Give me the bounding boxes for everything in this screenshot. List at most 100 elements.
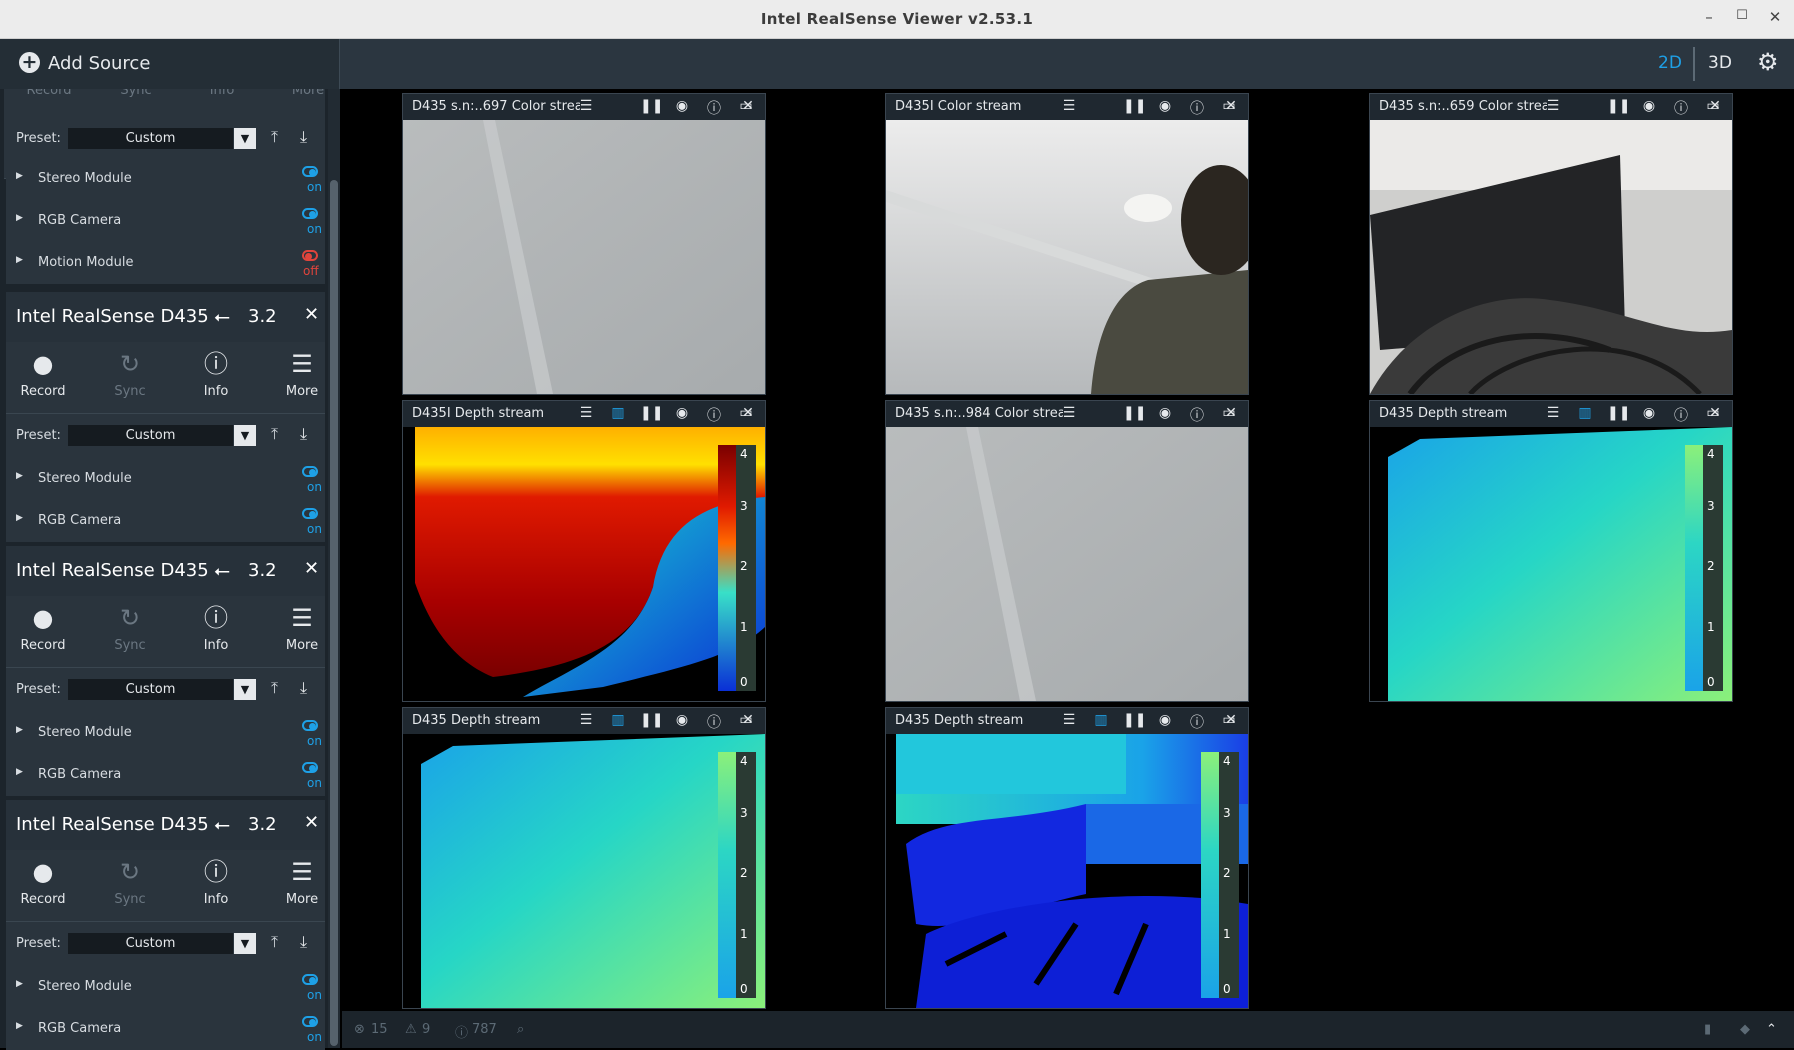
chevron-down-icon[interactable]: ▼ — [234, 425, 256, 446]
list-icon[interactable]: ☰ — [1059, 98, 1079, 114]
stream-frame[interactable] — [1370, 427, 1732, 701]
list-icon[interactable]: ☰ — [1543, 98, 1563, 114]
download-icon[interactable]: ⤓ — [300, 127, 307, 147]
search-icon[interactable]: ⌕ — [517, 1022, 524, 1037]
module-toggle[interactable] — [302, 208, 318, 219]
expand-icon[interactable]: ▶ — [16, 979, 23, 989]
camera-icon[interactable]: ◉ — [1155, 712, 1175, 728]
expand-icon[interactable]: ▶ — [16, 471, 23, 481]
upload-icon[interactable]: ⤒ — [271, 678, 278, 698]
stream-frame[interactable] — [403, 120, 765, 394]
camera-icon[interactable]: ◉ — [1639, 405, 1659, 421]
list-icon[interactable]: ☰ — [1059, 405, 1079, 421]
camera-icon[interactable]: ◉ — [1155, 405, 1175, 421]
pause-icon[interactable]: ❚❚ — [1123, 712, 1146, 728]
module-row[interactable]: ▶ RGB Camera on — [6, 500, 325, 542]
camera-icon[interactable]: ◉ — [672, 405, 692, 421]
stream-frame[interactable] — [886, 427, 1248, 701]
module-toggle[interactable] — [302, 250, 318, 261]
pause-icon[interactable]: ❚❚ — [1123, 405, 1146, 421]
preset-select[interactable]: Custom — [68, 933, 233, 954]
list-icon[interactable]: ☰ — [576, 712, 596, 728]
close-icon[interactable]: ✕ — [738, 98, 758, 114]
more-button[interactable]: ☰ More — [272, 602, 332, 653]
error-icon[interactable]: ⊗ — [354, 1022, 365, 1037]
list-icon[interactable]: ☰ — [576, 98, 596, 114]
info-icon[interactable]: ⓘ — [1187, 712, 1207, 732]
mode-2d-button[interactable]: 2D — [1658, 53, 1682, 73]
info-button[interactable]: Info — [192, 89, 252, 98]
pause-icon[interactable]: ❚❚ — [640, 98, 663, 114]
minimize-button[interactable]: – — [1696, 8, 1722, 26]
chevron-down-icon[interactable]: ▼ — [234, 679, 256, 700]
record-button[interactable]: ● Record — [13, 856, 73, 907]
camera-icon[interactable]: ◉ — [672, 712, 692, 728]
info-button[interactable]: ⓘ Info — [186, 348, 246, 399]
record-button[interactable]: ● Record — [13, 348, 73, 399]
close-icon[interactable]: ✕ — [304, 304, 319, 325]
module-toggle[interactable] — [302, 1016, 318, 1027]
sync-button[interactable]: ↻ Sync — [100, 856, 160, 907]
module-toggle[interactable] — [302, 466, 318, 477]
pause-icon[interactable]: ❚❚ — [1607, 405, 1630, 421]
stream-frame[interactable] — [403, 427, 765, 701]
preset-select[interactable]: Custom — [68, 128, 233, 149]
upload-icon[interactable]: ⤒ — [271, 932, 278, 952]
expand-icon[interactable]: ▶ — [16, 725, 23, 735]
drop-icon[interactable]: ◆ — [1740, 1022, 1750, 1037]
pause-icon[interactable]: ❚❚ — [1123, 98, 1146, 114]
module-toggle[interactable] — [302, 974, 318, 985]
upload-icon[interactable]: ⤒ — [271, 424, 278, 444]
stream-frame[interactable] — [886, 120, 1248, 394]
more-button[interactable]: ☰ More — [272, 856, 332, 907]
pause-icon[interactable]: ❚❚ — [1607, 98, 1630, 114]
warning-icon[interactable]: ⚠ — [405, 1022, 417, 1037]
histogram-icon[interactable]: ▥ — [1575, 405, 1595, 421]
sync-button[interactable]: ↻ Sync — [100, 348, 160, 399]
pause-icon[interactable]: ❚❚ — [640, 712, 663, 728]
module-row[interactable]: ▶ Stereo Module on — [6, 712, 325, 754]
list-icon[interactable]: ☰ — [1543, 405, 1563, 421]
stream-frame[interactable] — [403, 734, 765, 1008]
expand-icon[interactable]: ▶ — [16, 1021, 23, 1031]
record-button[interactable]: ● Record — [13, 602, 73, 653]
trash-icon[interactable]: ▮ — [1704, 1022, 1711, 1037]
close-window-button[interactable]: ✕ — [1762, 8, 1788, 26]
module-row[interactable]: ▶ Stereo Module on — [6, 458, 325, 500]
list-icon[interactable]: ☰ — [576, 405, 596, 421]
more-button[interactable]: ☰ More — [272, 348, 332, 399]
maximize-button[interactable]: ☐ — [1729, 8, 1755, 23]
stream-frame[interactable] — [1370, 120, 1732, 394]
module-toggle[interactable] — [302, 762, 318, 773]
gear-icon[interactable]: ⚙ — [1757, 48, 1779, 76]
camera-icon[interactable]: ◉ — [1639, 98, 1659, 114]
upload-icon[interactable]: ⤒ — [271, 127, 278, 147]
chevron-up-icon[interactable]: ⌃ — [1766, 1022, 1777, 1037]
close-icon[interactable]: ✕ — [738, 405, 758, 421]
module-row-stereo[interactable]: ▶ Stereo Module on — [6, 158, 325, 200]
pause-icon[interactable]: ❚❚ — [640, 405, 663, 421]
info-icon[interactable]: ⓘ — [704, 712, 724, 732]
module-toggle[interactable] — [302, 508, 318, 519]
chevron-down-icon[interactable]: ▼ — [234, 933, 256, 954]
more-button[interactable]: More — [278, 89, 325, 98]
expand-icon[interactable]: ▶ — [16, 255, 23, 265]
module-row-rgb[interactable]: ▶ RGB Camera on — [6, 200, 325, 242]
info-icon[interactable]: ⓘ — [1187, 405, 1207, 425]
histogram-icon[interactable]: ▥ — [1091, 712, 1111, 728]
info-icon[interactable]: ⓘ — [1671, 98, 1691, 118]
close-icon[interactable]: ✕ — [1705, 98, 1725, 114]
info-icon[interactable]: ⓘ — [1187, 98, 1207, 118]
info-button[interactable]: ⓘ Info — [186, 856, 246, 907]
info-button[interactable]: ⓘ Info — [186, 602, 246, 653]
expand-icon[interactable]: ▶ — [16, 213, 23, 223]
record-button[interactable]: Record — [19, 89, 79, 98]
module-row[interactable]: ▶ Stereo Module on — [6, 966, 325, 1008]
histogram-icon[interactable]: ▥ — [608, 405, 628, 421]
info-icon[interactable]: ⓘ — [704, 405, 724, 425]
close-icon[interactable]: ✕ — [304, 812, 319, 833]
close-icon[interactable]: ✕ — [1705, 405, 1725, 421]
close-icon[interactable]: ✕ — [1221, 98, 1241, 114]
close-icon[interactable]: ✕ — [738, 712, 758, 728]
expand-icon[interactable]: ▶ — [16, 513, 23, 523]
